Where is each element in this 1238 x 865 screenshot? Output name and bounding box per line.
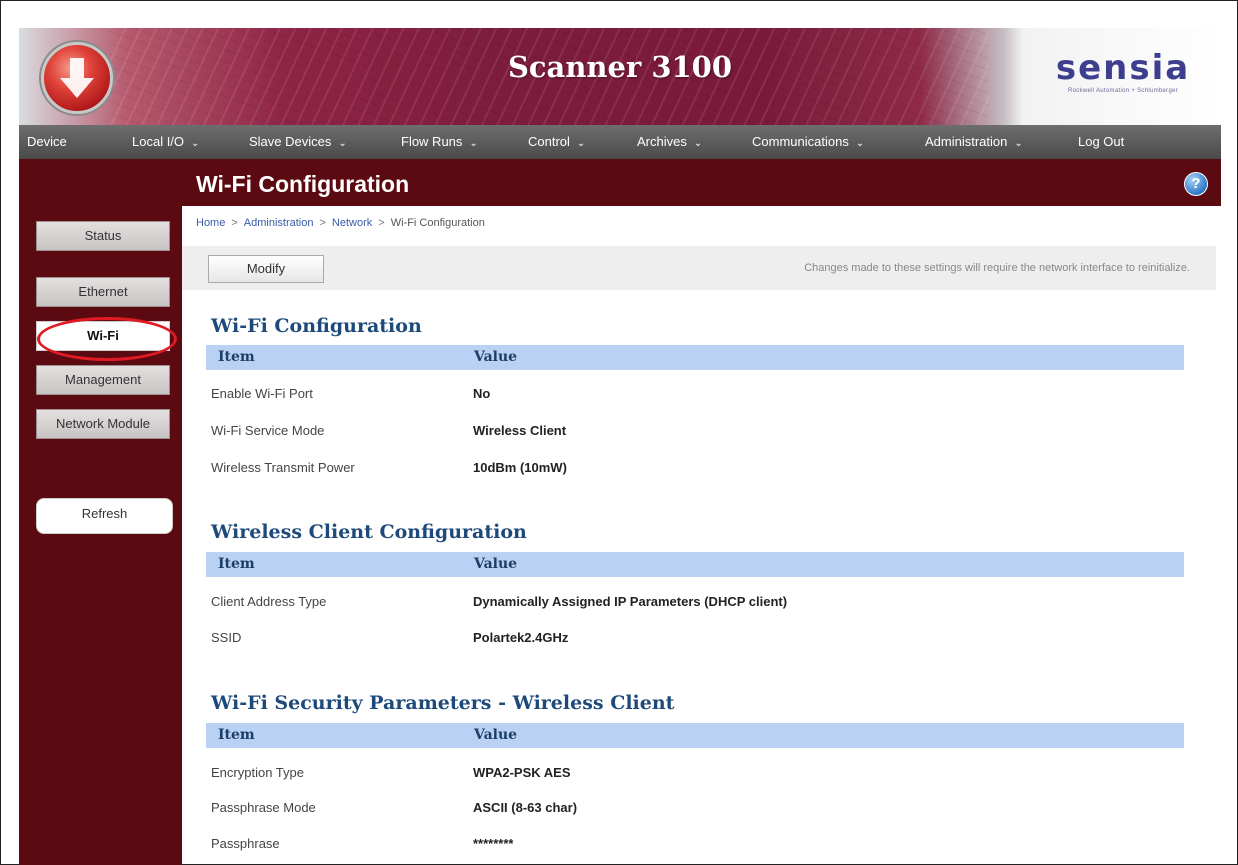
sidebar-item-status[interactable]: Status [36,221,170,251]
row-item: Wireless Transmit Power [211,460,355,475]
nav-device-label: Device [27,134,67,149]
row-value: Polartek2.4GHz [473,630,569,645]
sidebar-item-ethernet[interactable]: Ethernet [36,277,170,307]
column-header-item: Item [218,727,255,743]
breadcrumb-separator: > [378,217,385,229]
section-title-wifi-security-parameters: Wi-Fi Security Parameters - Wireless Cli… [211,692,675,714]
row-value: WPA2-PSK AES [473,765,571,780]
modify-button[interactable]: Modify [208,255,324,283]
nav-local-io[interactable]: Local I/O ⌄ [132,134,199,149]
section-title-wifi-configuration: Wi-Fi Configuration [211,315,422,337]
sidebar-item-wifi[interactable]: Wi-Fi [36,321,170,351]
table-row: Passphrase Mode ASCII (8-63 char) [206,797,1184,819]
nav-administration-label: Administration [925,134,1008,149]
main-nav-bar: Device Local I/O ⌄ Slave Devices ⌄ Flow Ru… [19,125,1221,159]
chevron-down-icon: ⌄ [191,138,200,149]
table-row: Wi-Fi Service Mode Wireless Client [206,420,1184,442]
chevron-down-icon: ⌄ [576,138,586,149]
row-value: Wireless Client [473,423,567,438]
table-header: Item Value [206,552,1184,577]
nav-archives-label: Archives [637,134,687,149]
nav-control-label: Control [528,134,570,149]
row-item: Wi-Fi Service Mode [211,423,325,438]
breadcrumb-network[interactable]: Network [332,217,372,229]
row-item: Client Address Type [211,594,327,609]
chevron-down-icon: ⌄ [693,138,703,149]
breadcrumb-home[interactable]: Home [196,217,225,229]
row-item: Passphrase Mode [211,800,316,815]
breadcrumb-administration[interactable]: Administration [244,217,314,229]
sidebar-item-network-module[interactable]: Network Module [36,409,170,439]
table-header: Item Value [206,723,1184,748]
breadcrumb-separator: > [231,217,238,229]
row-value: Dynamically Assigned IP Parameters (DHCP… [473,594,788,609]
column-header-item: Item [218,556,255,572]
chevron-down-icon: ⌄ [338,138,347,149]
section-title-wireless-client-configuration: Wireless Client Configuration [211,521,527,543]
nav-communications-label: Communications [752,134,849,149]
table-row: Encryption Type WPA2-PSK AES [206,762,1184,784]
nav-slave-devices-label: Slave Devices [249,134,332,149]
table-row: SSID Polartek2.4GHz [206,627,1184,649]
column-header-value: Value [474,556,518,572]
nav-control[interactable]: Control ⌄ [528,134,585,149]
row-value: ASCII (8-63 char) [473,800,578,815]
nav-device[interactable]: Device [27,134,67,149]
page-title: Wi-Fi Configuration [196,171,410,197]
row-item: Enable Wi-Fi Port [211,386,313,401]
brand-tagline: Rockwell Automation + Schlumberger [1067,88,1179,94]
row-value: No [473,386,491,401]
sidebar-item-management[interactable]: Management [36,365,170,395]
table-row: Passphrase ******** [206,833,1184,855]
table-header: Item Value [206,345,1184,370]
brand-name: sensia [1055,48,1191,88]
nav-communications[interactable]: Communications ⌄ [752,134,864,149]
brand-logo: sensia Rockwell Automation + Schlumberge… [1025,50,1221,94]
breadcrumb-current: Wi-Fi Configuration [390,217,485,229]
breadcrumb-separator: > [319,217,326,229]
table-row: Client Address Type Dynamically Assigned … [206,591,1184,613]
row-item: SSID [211,630,242,645]
chevron-down-icon: ⌄ [855,138,865,149]
nav-slave-devices[interactable]: Slave Devices ⌄ [249,134,347,149]
row-value: 10dBm (10mW) [473,460,567,475]
row-item: Passphrase [211,836,280,851]
refresh-button[interactable]: Refresh [36,498,173,534]
nav-flow-runs[interactable]: Flow Runs ⌄ [401,134,478,149]
help-icon[interactable]: ? [1184,172,1208,196]
table-row: Wireless Transmit Power 10dBm (10mW) [206,457,1184,479]
toolbar-note: Changes made to these settings will requ… [804,262,1190,274]
nav-log-out[interactable]: Log Out [1078,134,1124,149]
row-item: Encryption Type [211,765,304,780]
header-banner: Scanner 3100 sensia Rockwell Automation … [19,28,1221,125]
nav-archives[interactable]: Archives ⌄ [637,134,702,149]
column-header-value: Value [474,349,518,365]
nav-local-io-label: Local I/O [132,134,185,149]
table-row: Enable Wi-Fi Port No [206,383,1184,405]
column-header-item: Item [218,349,255,365]
nav-log-out-label: Log Out [1078,134,1125,149]
chevron-down-icon: ⌄ [1014,138,1023,149]
column-header-value: Value [474,727,518,743]
chevron-down-icon: ⌄ [469,138,478,149]
row-value: ******** [473,836,514,851]
breadcrumb: Home > Administration > Network > Wi-Fi Config… [196,217,485,229]
nav-administration[interactable]: Administration ⌄ [925,134,1023,149]
nav-flow-runs-label: Flow Runs [401,134,463,149]
